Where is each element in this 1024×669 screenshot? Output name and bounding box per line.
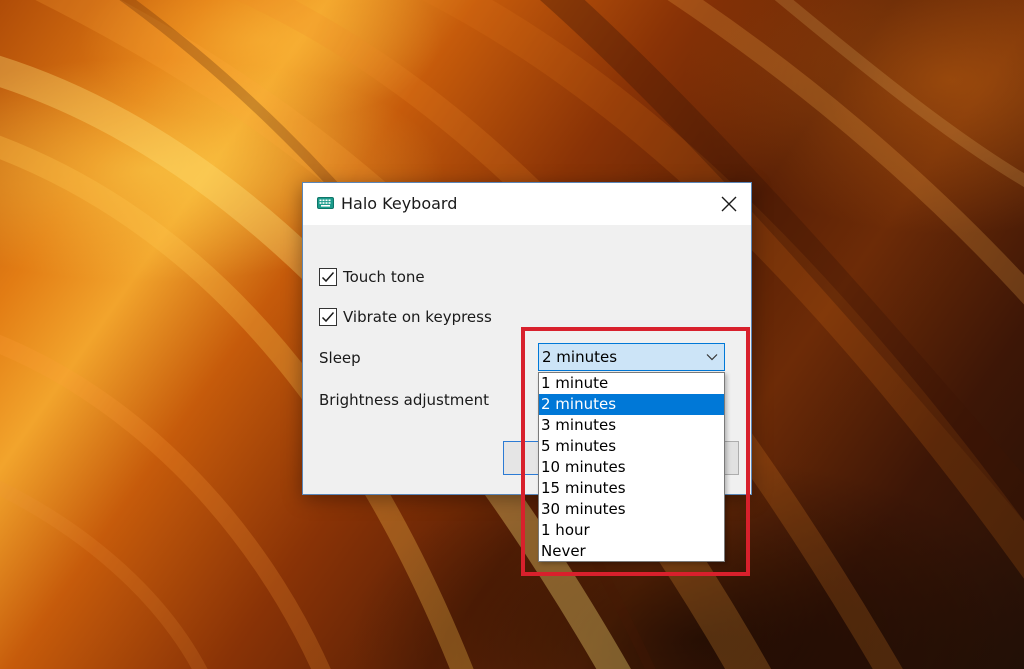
sleep-option[interactable]: Never (539, 541, 724, 562)
sleep-label: Sleep (319, 349, 361, 367)
sleep-option[interactable]: 5 minutes (539, 436, 724, 457)
sleep-selected-value: 2 minutes (542, 348, 617, 366)
chevron-down-icon (706, 353, 718, 361)
ok-button[interactable] (503, 441, 539, 475)
checkmark-icon (321, 311, 335, 323)
touch-tone-row[interactable]: Touch tone (319, 266, 425, 288)
close-icon (721, 196, 737, 212)
sleep-option[interactable]: 30 minutes (539, 499, 724, 520)
sleep-option[interactable]: 3 minutes (539, 415, 724, 436)
checkmark-icon (321, 271, 335, 283)
sleep-option-selected[interactable]: 2 minutes (539, 394, 724, 415)
sleep-combobox[interactable]: 2 minutes (538, 343, 725, 371)
close-button[interactable] (707, 187, 751, 221)
sleep-option[interactable]: 10 minutes (539, 457, 724, 478)
keyboard-icon (317, 197, 334, 209)
cancel-button[interactable] (723, 441, 739, 475)
vibrate-row[interactable]: Vibrate on keypress (319, 306, 492, 328)
sleep-dropdown-list: 1 minute 2 minutes 3 minutes 5 minutes 1… (538, 372, 725, 562)
sleep-option[interactable]: 1 hour (539, 520, 724, 541)
vibrate-label: Vibrate on keypress (343, 308, 492, 326)
title-bar[interactable]: Halo Keyboard (303, 183, 751, 225)
sleep-option[interactable]: 1 minute (539, 373, 724, 394)
touch-tone-checkbox[interactable] (319, 268, 337, 286)
touch-tone-label: Touch tone (343, 268, 425, 286)
vibrate-checkbox[interactable] (319, 308, 337, 326)
window-title: Halo Keyboard (341, 194, 457, 213)
sleep-option[interactable]: 15 minutes (539, 478, 724, 499)
brightness-label: Brightness adjustment (319, 391, 489, 409)
